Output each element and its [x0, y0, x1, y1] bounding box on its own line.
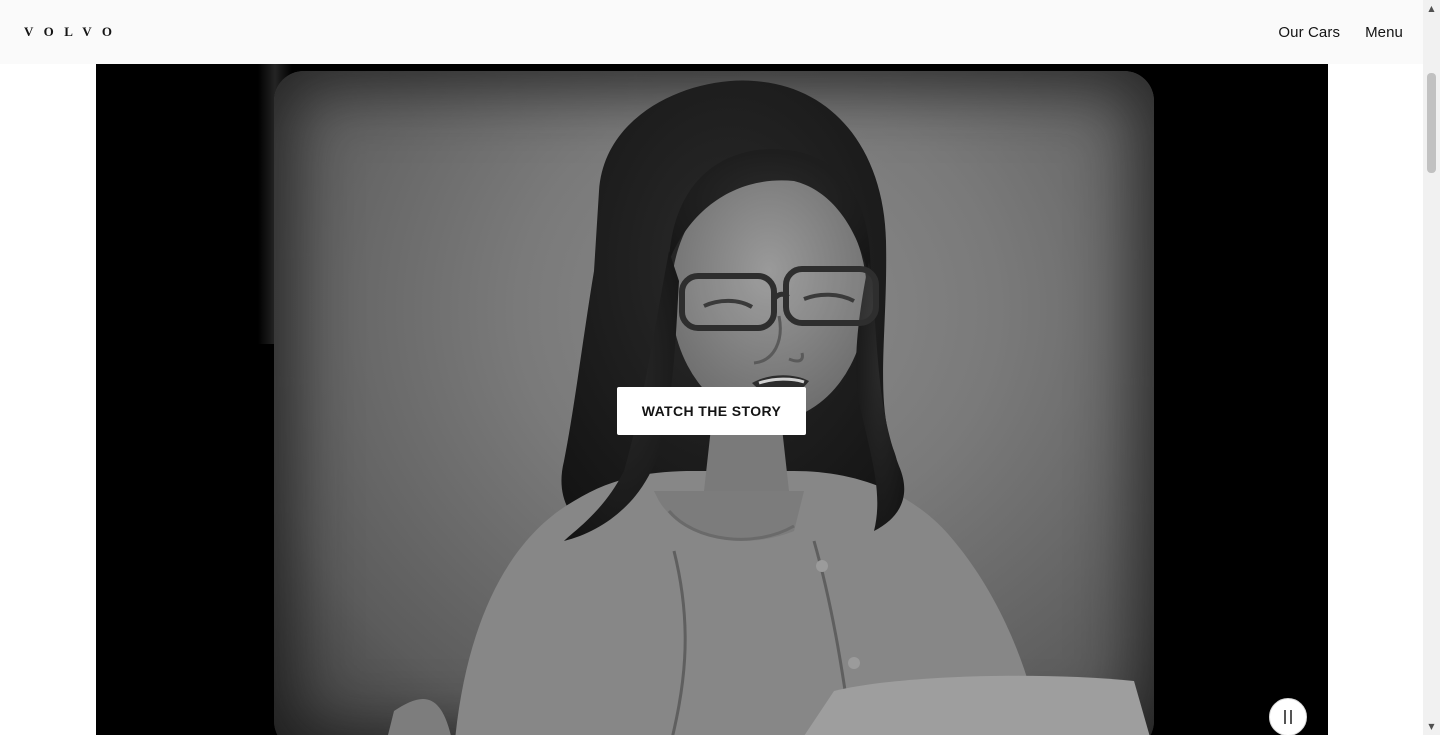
menu-button[interactable]: Menu [1365, 24, 1403, 41]
scroll-down-arrow-icon[interactable]: ▼ [1423, 718, 1440, 735]
page-scrollbar[interactable]: ▲ ▼ [1423, 0, 1440, 735]
main-nav: Our Cars Menu [1278, 24, 1403, 41]
pause-icon-bar [1290, 710, 1292, 724]
pause-video-button[interactable] [1269, 698, 1307, 735]
top-navigation-bar: VOLVO Our Cars Menu [0, 0, 1423, 64]
pause-icon [1284, 710, 1286, 724]
scroll-up-arrow-icon[interactable]: ▲ [1423, 0, 1440, 17]
watch-the-story-button[interactable]: WATCH THE STORY [617, 387, 806, 435]
volvo-logo[interactable]: VOLVO [24, 24, 122, 40]
scrollbar-thumb[interactable] [1427, 73, 1436, 173]
our-cars-link[interactable]: Our Cars [1278, 24, 1340, 41]
hero-video[interactable]: WATCH THE STORY [96, 64, 1328, 735]
